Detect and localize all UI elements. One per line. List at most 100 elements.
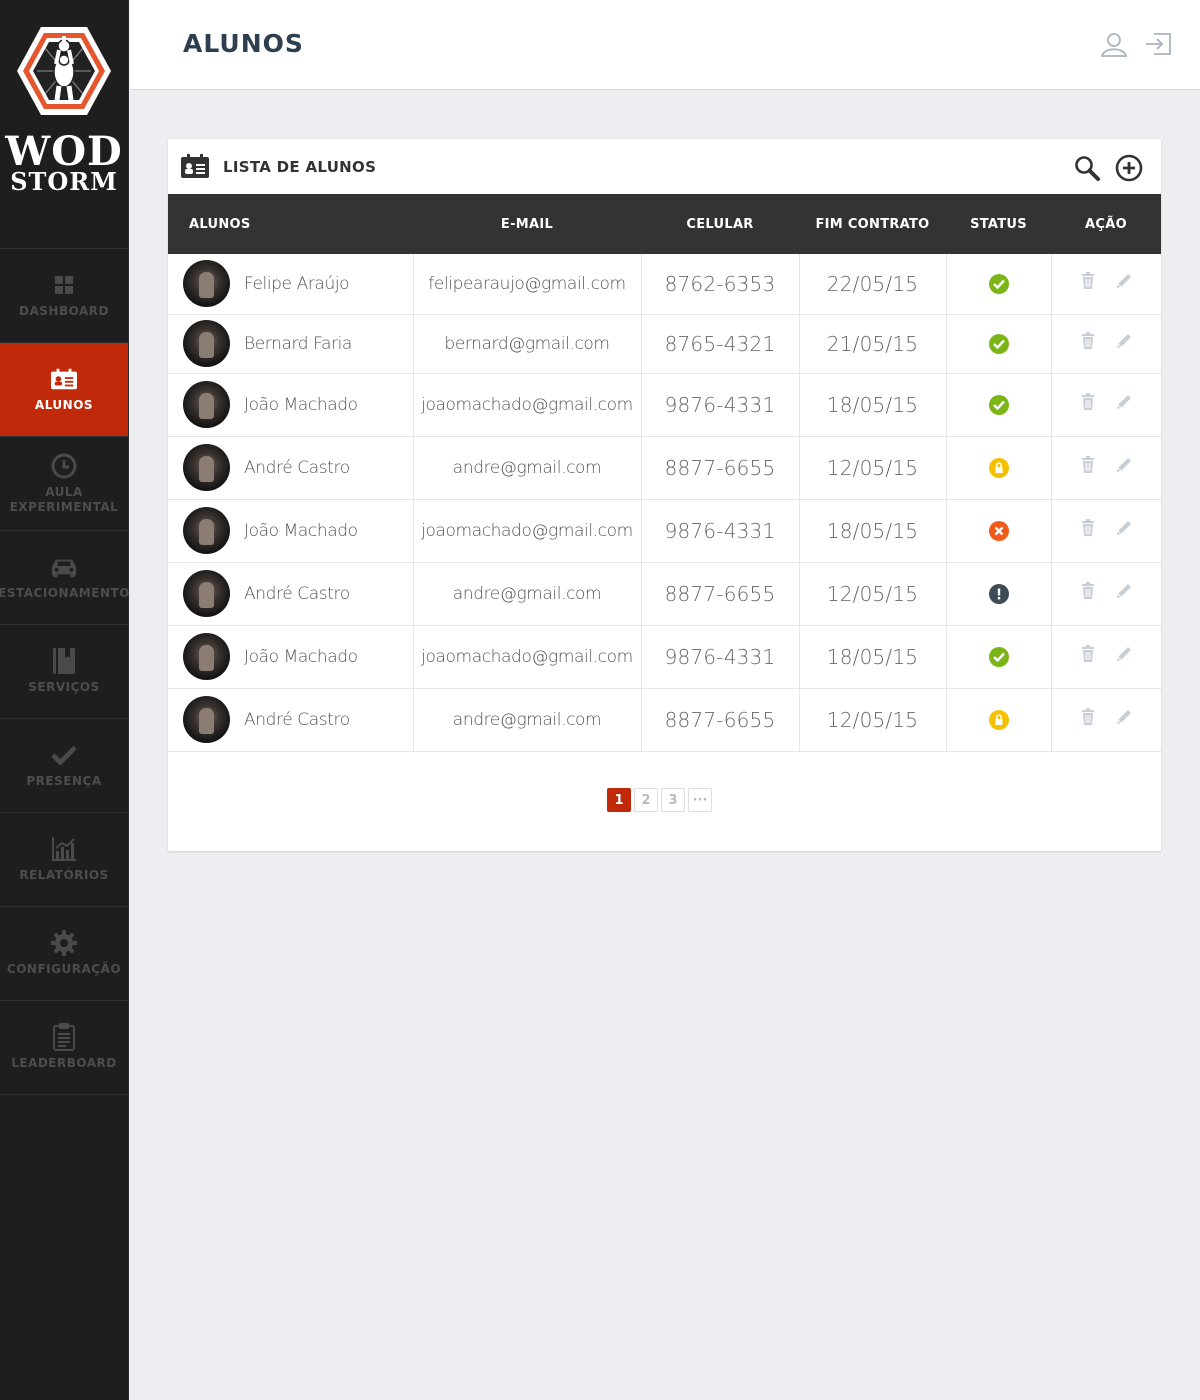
student-name[interactable]: André Castro	[244, 584, 350, 604]
student-name[interactable]: João Machado	[244, 521, 358, 541]
delete-icon[interactable]	[1079, 332, 1097, 350]
pagination: 1 2 3 ···	[607, 788, 712, 812]
sidebar-item-label: RELATÓRIOS	[19, 868, 109, 882]
top-bar: ALUNOS	[130, 0, 1200, 90]
delete-icon[interactable]	[1079, 645, 1097, 663]
contract-end-date: 12/05/15	[799, 562, 947, 626]
student-cell: João Machado	[168, 373, 414, 437]
table-row[interactable]: João Machado joaomachado@gmail.com 9876-43…	[168, 625, 1161, 689]
sidebar-item-estacionamento[interactable]: ESTACIONAMENTO	[0, 531, 129, 625]
sidebar-item-relatorios[interactable]: RELATÓRIOS	[0, 813, 128, 907]
table-row[interactable]: Bernard Faria bernard@gmail.com 8765-4321 2…	[168, 314, 1161, 374]
delete-icon[interactable]	[1079, 582, 1097, 600]
page-more-button[interactable]: ···	[688, 788, 712, 812]
status-cell	[946, 373, 1052, 437]
delete-icon[interactable]	[1079, 393, 1097, 411]
column-header-email[interactable]: E-MAIL	[413, 194, 641, 254]
edit-icon[interactable]	[1115, 393, 1133, 411]
status-ok-icon	[988, 273, 1009, 294]
column-header-celular[interactable]: CELULAR	[641, 194, 799, 254]
avatar	[183, 320, 230, 367]
page-button[interactable]: 3	[661, 788, 685, 812]
student-email: andre@gmail.com	[413, 688, 642, 752]
student-cell: Bernard Faria	[168, 314, 414, 374]
column-header-fim-contrato[interactable]: FIM CONTRATO	[799, 194, 946, 254]
logout-icon[interactable]	[1144, 30, 1172, 58]
action-cell	[1051, 436, 1161, 500]
edit-icon[interactable]	[1115, 708, 1133, 726]
student-name[interactable]: André Castro	[244, 458, 350, 478]
sidebar-item-configuracao[interactable]: CONFIGURAÇÃO	[0, 907, 128, 1001]
add-student-icon[interactable]	[1115, 154, 1143, 182]
action-cell	[1051, 314, 1161, 374]
user-profile-icon[interactable]	[1100, 30, 1128, 58]
student-name[interactable]: Bernard Faria	[244, 334, 352, 354]
contract-end-date: 18/05/15	[799, 373, 947, 437]
student-cell: André Castro	[168, 688, 414, 752]
sidebar-item-dashboard[interactable]: DASHBOARD	[0, 249, 128, 343]
student-cell: João Machado	[168, 625, 414, 689]
sidebar-item-label: LEADERBOARD	[11, 1056, 117, 1070]
student-email: andre@gmail.com	[413, 436, 642, 500]
table-row[interactable]: André Castro andre@gmail.com 8877-6655 12/0…	[168, 436, 1161, 500]
edit-icon[interactable]	[1115, 332, 1133, 350]
table-row[interactable]: André Castro andre@gmail.com 8877-6655 12/0…	[168, 688, 1161, 752]
status-cell	[946, 254, 1052, 315]
logo-badge-icon	[17, 27, 111, 115]
sidebar-item-alunos[interactable]: ALUNOS	[0, 343, 128, 437]
brand-line1: WOD	[5, 128, 123, 175]
delete-icon[interactable]	[1079, 519, 1097, 537]
card-actions	[1073, 154, 1143, 182]
card-header: LISTA DE ALUNOS	[168, 139, 1161, 194]
student-name[interactable]: João Machado	[244, 647, 358, 667]
page-button[interactable]: 1	[607, 788, 631, 812]
book-icon	[51, 648, 77, 674]
table-row[interactable]: André Castro andre@gmail.com 8877-6655 12/0…	[168, 562, 1161, 626]
status-ok-icon	[988, 394, 1009, 415]
chart-icon	[51, 836, 77, 862]
status-cell	[946, 562, 1052, 626]
id-card-icon	[51, 366, 77, 392]
student-cell: Felipe Araújo	[168, 254, 414, 315]
search-icon[interactable]	[1073, 154, 1101, 182]
action-cell	[1051, 499, 1161, 563]
student-phone: 8877-6655	[641, 688, 800, 752]
table-body: Felipe Araújo felipearaujo@gmail.com 8762-…	[168, 254, 1161, 752]
edit-icon[interactable]	[1115, 519, 1133, 537]
brand-line2: STORM	[10, 167, 118, 196]
top-actions	[1100, 30, 1172, 58]
action-cell	[1051, 373, 1161, 437]
edit-icon[interactable]	[1115, 582, 1133, 600]
student-phone: 9876-4331	[641, 625, 800, 689]
edit-icon[interactable]	[1115, 272, 1133, 290]
column-header-alunos[interactable]: ALUNOS	[168, 194, 413, 254]
brand-logo[interactable]: WOD STORM	[0, 0, 128, 249]
contract-end-date: 22/05/15	[799, 254, 947, 315]
student-name[interactable]: Felipe Araújo	[244, 274, 350, 294]
status-cell	[946, 688, 1052, 752]
contract-end-date: 18/05/15	[799, 625, 947, 689]
delete-icon[interactable]	[1079, 272, 1097, 290]
student-name[interactable]: André Castro	[244, 710, 350, 730]
page-button[interactable]: 2	[634, 788, 658, 812]
student-name[interactable]: João Machado	[244, 395, 358, 415]
table-row[interactable]: João Machado joaomachado@gmail.com 9876-43…	[168, 373, 1161, 437]
status-ok-icon	[988, 333, 1009, 354]
student-email: felipearaujo@gmail.com	[413, 254, 642, 315]
sidebar-item-presenca[interactable]: PRESENÇA	[0, 719, 128, 813]
brand-name: WOD STORM	[5, 132, 122, 194]
edit-icon[interactable]	[1115, 645, 1133, 663]
action-cell	[1051, 625, 1161, 689]
sidebar-item-aula-experimental[interactable]: AULA EXPERIMENTAL	[0, 437, 128, 531]
table-row[interactable]: Felipe Araújo felipearaujo@gmail.com 8762-…	[168, 254, 1161, 315]
student-email: joaomachado@gmail.com	[413, 373, 642, 437]
column-header-status[interactable]: STATUS	[946, 194, 1051, 254]
edit-icon[interactable]	[1115, 456, 1133, 474]
delete-icon[interactable]	[1079, 708, 1097, 726]
sidebar-item-leaderboard[interactable]: LEADERBOARD	[0, 1001, 128, 1095]
car-icon	[51, 554, 77, 580]
table-row[interactable]: João Machado joaomachado@gmail.com 9876-43…	[168, 499, 1161, 563]
sidebar-item-servicos[interactable]: SERVIÇOS	[0, 625, 128, 719]
delete-icon[interactable]	[1079, 456, 1097, 474]
avatar	[183, 381, 230, 428]
